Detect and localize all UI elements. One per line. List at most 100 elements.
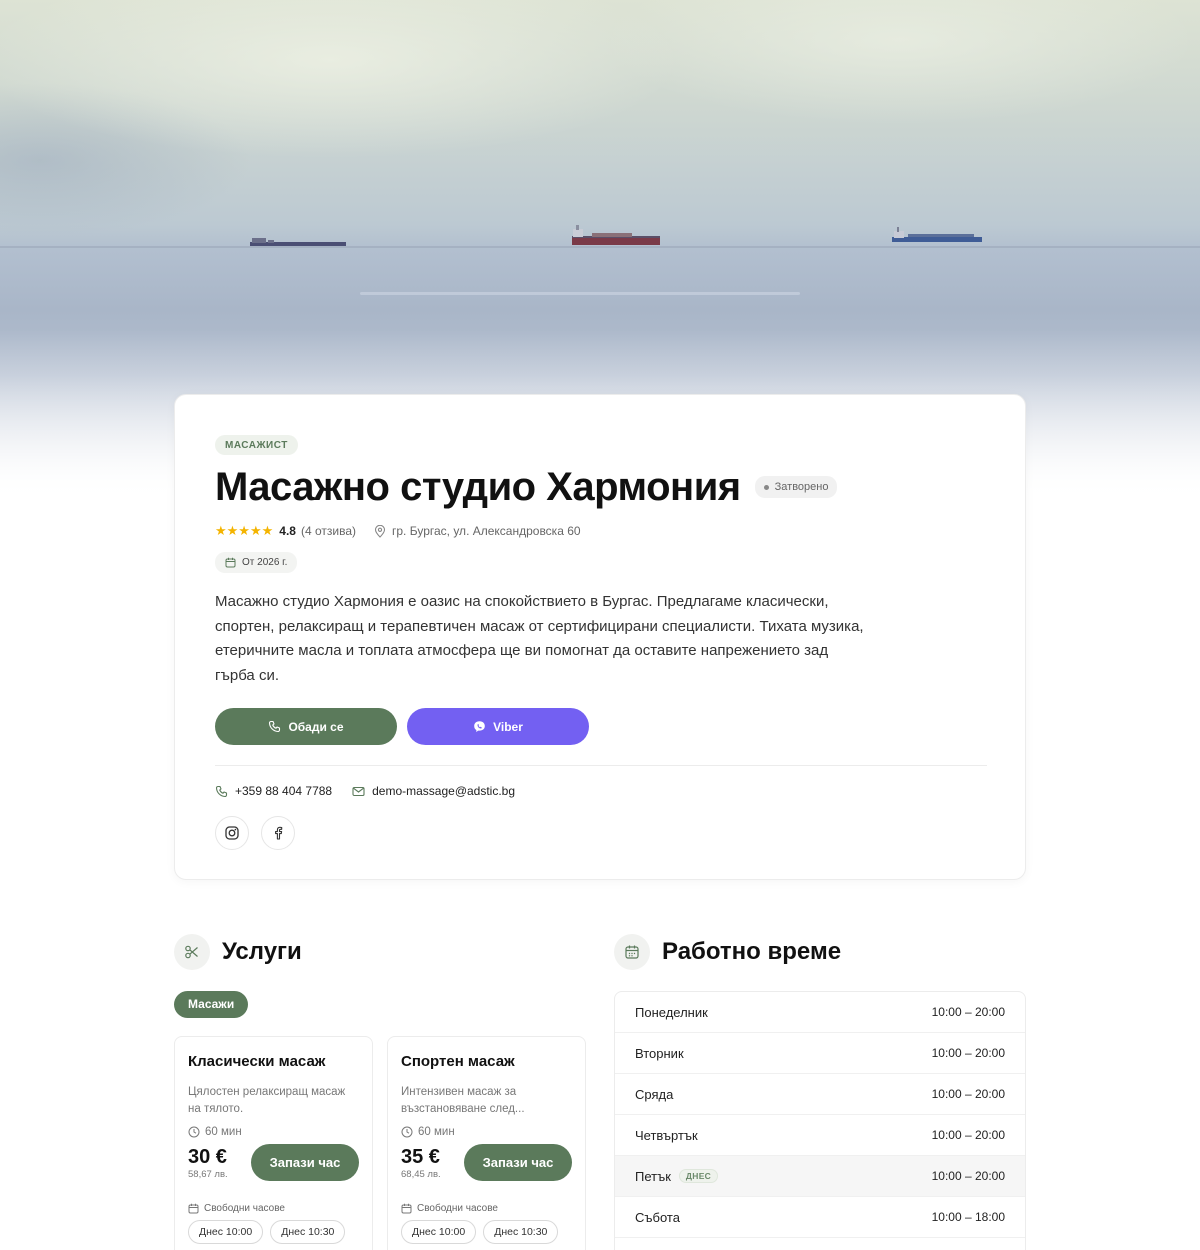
action-buttons: Обади се Viber <box>215 708 985 745</box>
day-name: Вторник <box>635 1045 684 1061</box>
rating-value: 4.8 <box>279 524 296 538</box>
meta-row: ★★★★★ 4.8 (4 отзива) гр. Бургас, ул. Але… <box>215 521 985 541</box>
day-name: Четвъртък <box>635 1127 698 1143</box>
viber-button-label: Viber <box>493 719 523 734</box>
calendar-icon <box>188 1203 199 1214</box>
service-card: Спортен масаж Интензивен масаж за възста… <box>387 1036 586 1250</box>
price-row: 30 € 58,67 лв. Запази час <box>188 1144 359 1181</box>
status-label: Затворено <box>774 481 829 493</box>
hours-table: Понеделник 10:00 – 20:00 Вторник 10:00 –… <box>614 991 1026 1250</box>
day-name: Понеделник <box>635 1004 708 1020</box>
services-header: Услуги <box>174 934 302 970</box>
scissors-icon <box>185 945 198 959</box>
hours-icon-wrap <box>614 934 650 970</box>
hours-row: Вторник 10:00 – 20:00 <box>615 1033 1025 1074</box>
hours-row: Понеделник 10:00 – 20:00 <box>615 992 1025 1033</box>
phone-link[interactable]: +359 88 404 7788 <box>215 784 332 798</box>
viber-icon <box>474 721 485 732</box>
today-badge: ДНЕС <box>678 1169 719 1183</box>
hours-row: Събота 10:00 – 18:00 <box>615 1197 1025 1238</box>
call-button[interactable]: Обади се <box>215 708 397 745</box>
phone-text: +359 88 404 7788 <box>235 784 333 798</box>
phone-icon <box>215 785 228 797</box>
time-slot[interactable]: Днес 10:00 <box>188 1220 264 1244</box>
calendar-icon <box>401 1203 412 1214</box>
facebook-icon <box>275 826 283 840</box>
book-button[interactable]: Запази час <box>251 1144 359 1181</box>
service-name: Спортен масаж <box>401 1053 515 1070</box>
email-link[interactable]: demo-massage@adstic.bg <box>352 784 515 798</box>
social-links <box>215 816 985 850</box>
ship-illustration <box>892 227 982 242</box>
address-text: гр. Бургас, ул. Александровска 60 <box>392 524 581 538</box>
time-slot[interactable]: Днес 10:30 <box>483 1220 559 1244</box>
day-hours: 10:00 – 20:00 <box>931 1046 1005 1060</box>
phone-icon <box>269 720 281 733</box>
clock-icon <box>401 1126 413 1138</box>
review-count-link[interactable]: (4 отзива) <box>301 524 356 538</box>
facebook-link[interactable] <box>261 816 295 850</box>
status-dot-icon <box>763 484 769 490</box>
day-hours: 10:00 – 20:00 <box>931 1005 1005 1019</box>
map-pin-icon <box>374 524 386 538</box>
hero-water-sheen <box>360 292 800 295</box>
price-row: 35 € 68,45 лв. Запази час <box>401 1144 572 1181</box>
contact-row: +359 88 404 7788 demo-massage@adstic.bg <box>215 782 985 800</box>
day-name-cell: Петък ДНЕС <box>635 1168 719 1184</box>
service-description: Цялостен релаксиращ масаж на тялото. <box>188 1086 346 1115</box>
slots-label: Свободни часове <box>188 1203 359 1214</box>
price: 30 € <box>188 1145 227 1168</box>
hours-title: Работно време <box>662 938 842 965</box>
day-hours: 10:00 – 20:00 <box>931 1087 1005 1101</box>
hours-row-today: Петък ДНЕС 10:00 – 20:00 <box>615 1156 1025 1197</box>
instagram-icon <box>225 826 239 840</box>
time-slot[interactable]: Днес 10:00 <box>401 1220 477 1244</box>
slots-label: Свободни часове <box>401 1203 572 1214</box>
day-hours: 10:00 – 20:00 <box>931 1169 1005 1183</box>
status-badge: Затворено <box>754 476 838 498</box>
slots-label-text: Свободни часове <box>417 1203 498 1214</box>
day-hours: 10:00 – 18:00 <box>931 1210 1005 1224</box>
viber-button[interactable]: Viber <box>407 708 589 745</box>
price-block: 35 € 68,45 лв. <box>401 1146 441 1180</box>
services-title: Услуги <box>222 938 302 965</box>
mail-icon <box>352 786 365 796</box>
divider <box>215 765 987 766</box>
category-tab-massages[interactable]: Масажи <box>174 991 249 1018</box>
hours-row: Сряда 10:00 – 20:00 <box>615 1074 1025 1115</box>
price: 35 € <box>401 1145 440 1168</box>
day-name: Петък <box>635 1168 671 1184</box>
slot-list: Днес 10:00 Днес 10:30 <box>188 1220 359 1244</box>
address[interactable]: гр. Бургас, ул. Александровска 60 <box>374 524 581 538</box>
ship-illustration <box>572 225 660 245</box>
email-text: demo-massage@adstic.bg <box>372 784 516 798</box>
since-text: От 2026 г. <box>242 557 288 568</box>
calendar-icon <box>625 945 639 959</box>
service-duration: 60 мин <box>401 1126 572 1138</box>
hours-row: Четвъртък 10:00 – 20:00 <box>615 1115 1025 1156</box>
duration-text: 60 мин <box>205 1126 242 1138</box>
price-bgn: 68,45 лв. <box>401 1168 441 1180</box>
category-badge: МАСАЖИСТ <box>215 435 298 455</box>
clock-icon <box>188 1126 200 1138</box>
service-description: Интензивен масаж за възстановяване след.… <box>401 1086 525 1115</box>
rating-stars: ★★★★★ <box>215 523 274 538</box>
slot-list: Днес 10:00 Днес 10:30 <box>401 1220 572 1244</box>
instagram-link[interactable] <box>215 816 249 850</box>
time-slot[interactable]: Днес 10:30 <box>270 1220 346 1244</box>
business-description: Масажно студио Хармония е оазис на споко… <box>215 593 864 684</box>
calendar-icon <box>225 557 236 568</box>
service-duration: 60 мин <box>188 1126 359 1138</box>
day-hours: 10:00 – 20:00 <box>931 1128 1005 1142</box>
services-icon-wrap <box>174 934 210 970</box>
book-button[interactable]: Запази час <box>464 1144 572 1181</box>
hours-header: Работно време <box>614 934 841 970</box>
call-button-label: Обади се <box>288 719 344 734</box>
duration-text: 60 мин <box>418 1126 455 1138</box>
day-name: Събота <box>635 1209 680 1225</box>
slots-label-text: Свободни часове <box>204 1203 285 1214</box>
ship-illustration <box>250 238 346 246</box>
business-card: МАСАЖИСТ Масажно студио Хармония Затворе… <box>174 394 1026 880</box>
title-row: Масажно студио Хармония Затворено <box>215 463 985 511</box>
since-badge: От 2026 г. <box>215 552 298 573</box>
